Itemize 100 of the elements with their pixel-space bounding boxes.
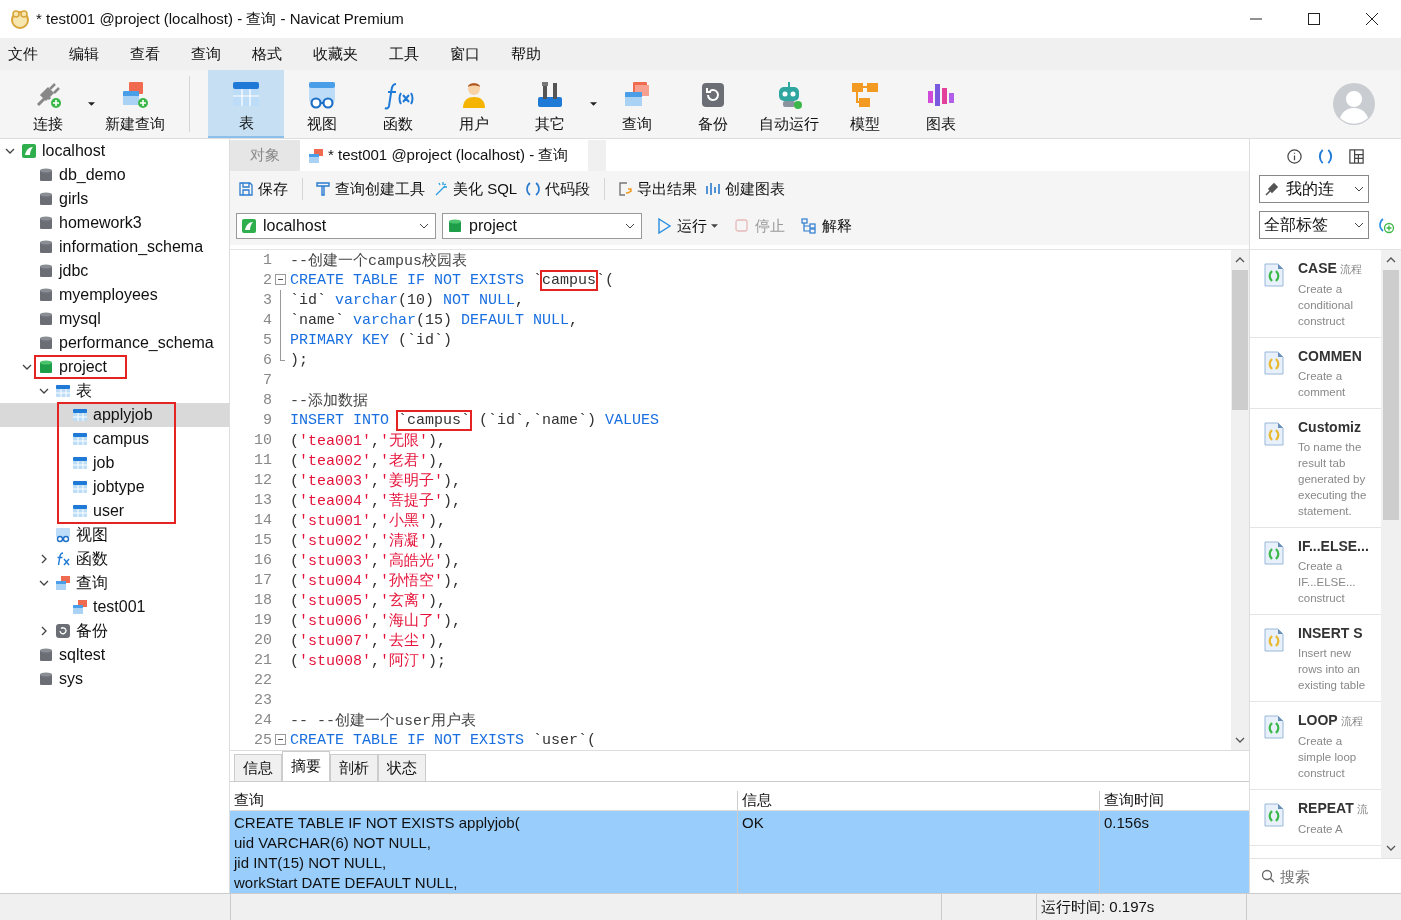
tree-item[interactable]: jdbc xyxy=(59,262,89,280)
search-field[interactable]: 搜索 xyxy=(1278,866,1392,886)
builder-icon xyxy=(315,181,331,197)
snippet-icon[interactable] xyxy=(1264,628,1284,652)
snippet-icon[interactable] xyxy=(1264,422,1284,446)
toolbar-button[interactable]: 代码段 xyxy=(523,179,597,199)
chevron-down-icon xyxy=(1354,222,1364,228)
tree-item[interactable]: information_schema xyxy=(59,238,204,256)
database-icon xyxy=(38,239,54,255)
tree-item[interactable]: 备份 xyxy=(76,620,108,642)
snippet-icon[interactable] xyxy=(1264,263,1284,287)
scrollbar[interactable] xyxy=(1231,250,1249,750)
toolbar-button[interactable]: 自动运行 xyxy=(751,70,827,138)
line-number: 6 xyxy=(262,351,272,369)
connection-filter[interactable]: 我的连 xyxy=(1259,175,1369,203)
toolbar-button[interactable]: 用户 xyxy=(436,70,512,138)
tree-item[interactable]: mysql xyxy=(59,310,101,328)
toolbar-button[interactable]: 创建图表 xyxy=(703,179,792,199)
snippet-icon[interactable] xyxy=(1264,541,1284,565)
info-icon[interactable] xyxy=(1286,147,1303,165)
tree-item[interactable]: jobtype xyxy=(93,478,145,496)
toolbar-button[interactable]: 查询 xyxy=(599,70,675,138)
toolbar-button[interactable]: 连接 xyxy=(10,70,86,138)
fold-icon[interactable] xyxy=(275,274,286,285)
scroll-up-icon[interactable] xyxy=(1235,257,1245,263)
toolbar-button[interactable]: 函数 xyxy=(360,70,436,138)
explain-icon xyxy=(801,218,817,234)
toolbar-button[interactable]: 美化 SQL xyxy=(431,179,524,199)
tree-item[interactable]: campus xyxy=(93,430,150,448)
tree-item[interactable]: performance_schema xyxy=(59,334,214,352)
tree-item[interactable]: sys xyxy=(59,670,83,688)
code-line: ('stu008','阿汀'); xyxy=(290,651,447,670)
tree-item[interactable]: girls xyxy=(59,190,89,208)
connection-select[interactable]: localhost xyxy=(236,213,436,239)
tab[interactable]: 信息 xyxy=(234,754,282,781)
scroll-down-icon[interactable] xyxy=(1386,845,1396,851)
menu-item[interactable]: 查询 xyxy=(191,44,221,64)
add-snippet-icon[interactable] xyxy=(1377,216,1395,234)
tree-item[interactable]: applyjob xyxy=(93,406,153,424)
tree-item[interactable]: test001 xyxy=(93,598,146,616)
tab[interactable]: 剖析 xyxy=(330,754,378,781)
tab[interactable]: 摘要 xyxy=(282,751,330,781)
menu-item[interactable]: 窗口 xyxy=(450,44,480,64)
menu-item[interactable]: 格式 xyxy=(252,44,282,64)
tree-item[interactable]: homework3 xyxy=(59,214,142,232)
fold-icon[interactable] xyxy=(275,734,286,745)
tree-item[interactable]: job xyxy=(93,454,115,472)
tree-item[interactable]: sqltest xyxy=(59,646,106,664)
tree-item[interactable]: 函数 xyxy=(76,548,108,570)
column-header[interactable]: 查询时间 xyxy=(1100,791,1249,810)
menu-item[interactable]: 编辑 xyxy=(69,44,99,64)
tree-item[interactable]: project xyxy=(59,358,108,376)
tree-item[interactable]: user xyxy=(93,502,125,520)
snippet-icon[interactable] xyxy=(1264,803,1284,827)
tree-item[interactable]: 表 xyxy=(76,380,92,402)
menu-item[interactable]: 查看 xyxy=(130,44,160,64)
caret-icon[interactable] xyxy=(590,102,597,106)
menu-item[interactable]: 收藏夹 xyxy=(313,44,358,64)
tree-item[interactable]: myemployees xyxy=(59,286,158,304)
menu-item[interactable]: 帮助 xyxy=(511,44,541,64)
menu-item[interactable]: 文件 xyxy=(8,44,38,64)
toolbar-button[interactable]: 新建查询 xyxy=(97,70,173,138)
scroll-up-icon[interactable] xyxy=(1386,257,1396,263)
toolbar-button[interactable]: 模型 xyxy=(827,70,903,138)
grid-icon[interactable] xyxy=(1348,147,1365,165)
braces-icon[interactable] xyxy=(1317,147,1334,165)
column-header[interactable]: 信息 xyxy=(738,791,1100,810)
toolbar-button[interactable]: 视图 xyxy=(284,70,360,138)
line-number: 11 xyxy=(253,451,272,469)
column-header[interactable]: 查询 xyxy=(230,791,738,810)
snippet-icon[interactable] xyxy=(1264,351,1284,375)
tab[interactable]: 状态 xyxy=(378,754,426,781)
menu-item[interactable]: 工具 xyxy=(389,44,419,64)
scrollbar[interactable] xyxy=(1381,250,1401,858)
status-text: 运行时间: 0.197s xyxy=(1037,894,1247,920)
toolbar-button[interactable]: 表 xyxy=(208,70,284,138)
toolbar-button[interactable]: 解释 xyxy=(799,216,854,236)
query-icon xyxy=(55,575,71,591)
caret-icon[interactable] xyxy=(88,102,95,106)
tree-item[interactable]: 查询 xyxy=(76,572,108,594)
toolbar-button[interactable]: 运行 xyxy=(654,216,709,236)
toolbar-button[interactable]: 查询创建工具 xyxy=(313,179,431,199)
table-icon xyxy=(72,407,88,423)
toolbar-button[interactable]: 其它 xyxy=(512,70,588,138)
line-number: 10 xyxy=(253,431,272,449)
caret-icon[interactable] xyxy=(711,224,718,228)
tag-filter[interactable]: 全部标签 xyxy=(1259,211,1369,239)
snippet-icon[interactable] xyxy=(1264,715,1284,739)
tree-item[interactable]: localhost xyxy=(42,142,106,160)
tab[interactable]: * test001 @project (localhost) - 查询 xyxy=(300,140,589,171)
tree-item[interactable]: db_demo xyxy=(59,166,126,184)
table-row[interactable]: CREATE TABLE IF NOT EXISTS applyjob( uid VARCHAR(6) NOT NULL, jid INT(15) NOT NULL, workStart DATE DEFAULT NULL, OK 0.156s xyxy=(230,811,1249,893)
toolbar-button[interactable]: 图表 xyxy=(903,70,979,138)
database-select[interactable]: project xyxy=(442,213,642,239)
line-number: 12 xyxy=(253,471,272,489)
toolbar-button[interactable]: 保存 xyxy=(236,179,294,199)
toolbar-button[interactable]: 导出结果 xyxy=(615,179,704,199)
toolbar-button[interactable]: 备份 xyxy=(675,70,751,138)
scroll-down-icon[interactable] xyxy=(1235,737,1245,743)
tree-item[interactable]: 视图 xyxy=(76,524,108,546)
